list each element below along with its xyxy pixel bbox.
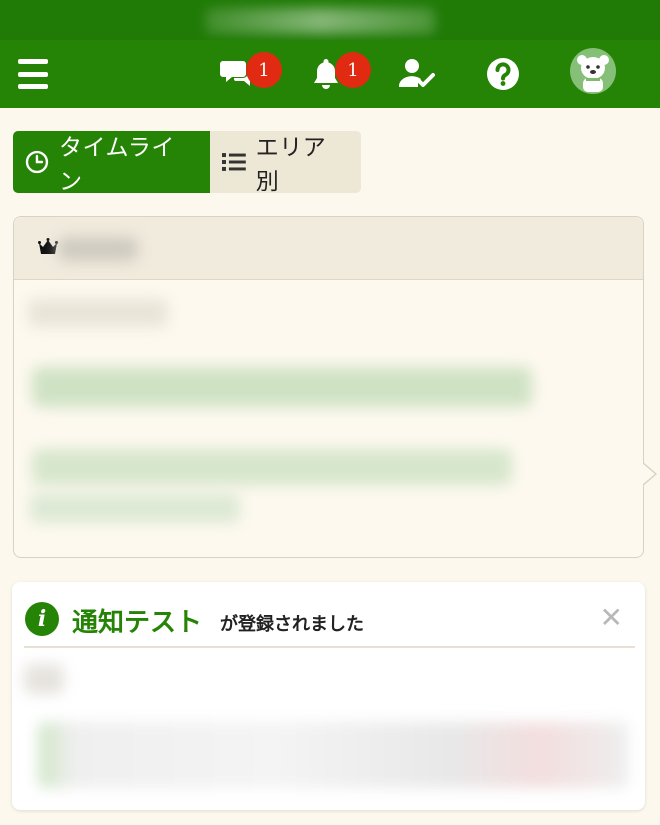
blurred-author xyxy=(58,237,138,261)
post-header xyxy=(14,217,643,280)
avatar-icon xyxy=(577,55,609,92)
user-check-icon xyxy=(398,59,435,87)
close-icon[interactable]: ✕ xyxy=(600,604,623,632)
info-icon: i xyxy=(25,602,59,636)
notification-title: 通知テスト xyxy=(72,608,203,638)
tab-area-label: エリア別 xyxy=(255,135,327,195)
blurred-link xyxy=(30,493,240,523)
notification-suffix: が登録されました xyxy=(220,614,364,635)
help-button[interactable] xyxy=(485,40,521,108)
hamburger-menu-icon[interactable] xyxy=(18,57,48,91)
messages-badge: 1 xyxy=(246,52,282,88)
blurred-link xyxy=(32,367,532,407)
blurred-text xyxy=(24,664,64,694)
question-circle-icon xyxy=(487,58,519,90)
tab-timeline[interactable]: タイムライン xyxy=(13,131,210,195)
crown-icon xyxy=(38,238,58,254)
divider xyxy=(24,646,635,648)
tab-area[interactable]: エリア別 xyxy=(210,131,361,195)
notifications-badge: 1 xyxy=(335,52,371,88)
notification-card: i 通知テスト が登録されました ✕ xyxy=(12,582,645,810)
view-tabs: タイムライン エリア別 xyxy=(13,131,361,195)
blurred-title xyxy=(205,8,435,34)
user-check-button[interactable] xyxy=(395,40,437,108)
list-icon xyxy=(222,153,246,171)
blurred-text xyxy=(28,299,168,327)
avatar[interactable] xyxy=(570,48,616,94)
tab-timeline-label: タイムライン xyxy=(58,135,175,195)
clock-icon xyxy=(25,150,49,174)
blurred-content xyxy=(38,722,628,788)
timeline-post-card xyxy=(13,216,657,558)
blurred-link xyxy=(32,449,512,485)
card-pointer xyxy=(642,462,657,486)
app-header: 1 1 xyxy=(0,40,660,108)
top-bar xyxy=(0,0,660,40)
